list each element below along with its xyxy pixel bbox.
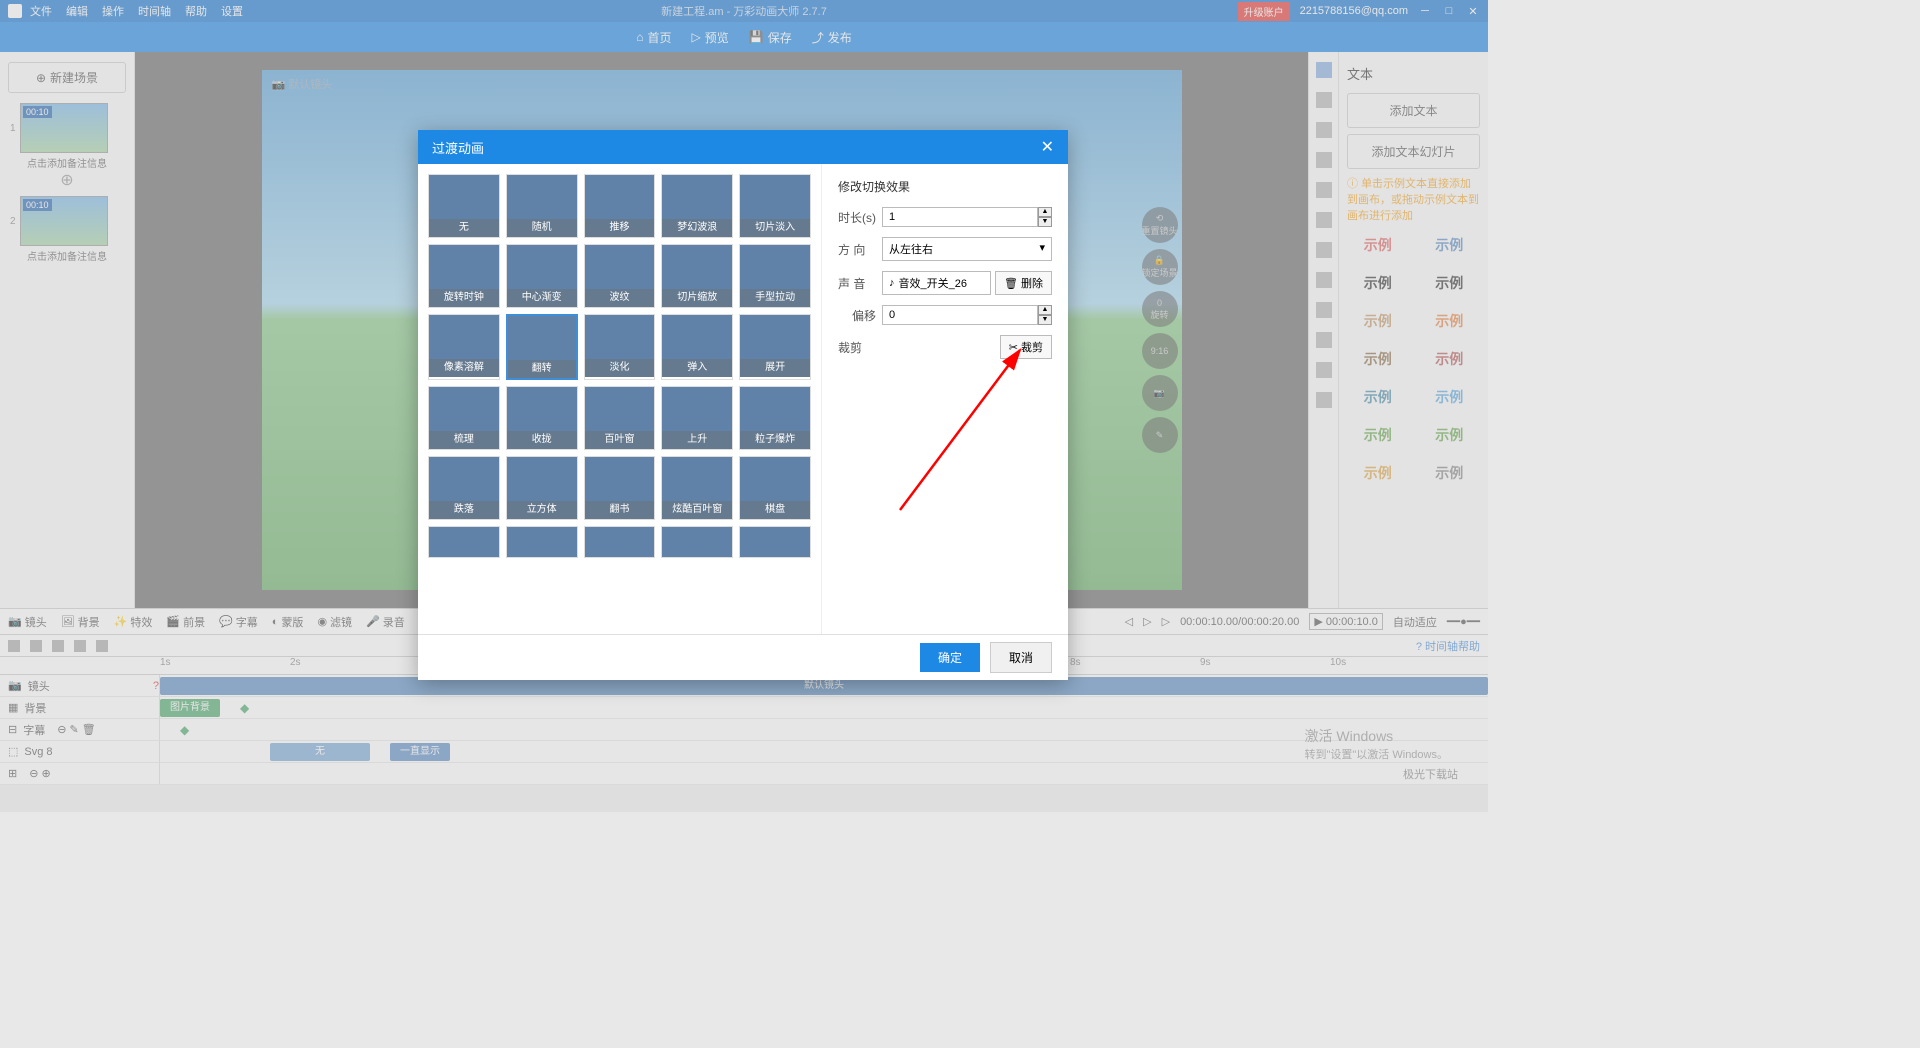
effect-item[interactable]: 切片缩放 [661,244,733,308]
effect-item[interactable]: 棋盘 [739,456,811,520]
effect-item[interactable]: 手型拉动 [739,244,811,308]
effect-item[interactable]: 切片淡入 [739,174,811,238]
effect-item[interactable]: 立方体 [506,456,578,520]
effect-item[interactable]: 淡化 [584,314,656,380]
duration-label: 时长(s) [838,209,882,226]
dialog-header: 过渡动画 ✕ [418,130,1068,164]
sound-select[interactable]: ♪ 音效_开关_26 [882,271,991,295]
sound-delete-button[interactable]: 🗑 删除 [995,271,1052,295]
effect-item[interactable]: 炫酷百叶窗 [661,456,733,520]
watermark: 极光下载站 [1403,766,1458,782]
transition-dialog: 过渡动画 ✕ 无随机推移梦幻波浪切片淡入旋转时钟中心渐变波纹切片缩放手型拉动像素… [418,130,1068,680]
effect-item[interactable] [506,526,578,558]
settings-panel: 修改切换效果 时长(s) ▲▼ 方 向 从左往右▾ 声 音 ♪ 音效_开关_26… [821,164,1068,634]
duration-spinner[interactable]: ▲▼ [1038,207,1052,227]
offset-spinner[interactable]: ▲▼ [1038,305,1052,325]
effect-item[interactable]: 弹入 [661,314,733,380]
sound-label: 声 音 [838,275,882,292]
effect-item[interactable]: 百叶窗 [584,386,656,450]
effect-item[interactable]: 梳理 [428,386,500,450]
offset-input[interactable] [882,305,1038,325]
effect-item[interactable] [584,526,656,558]
effects-panel: 无随机推移梦幻波浪切片淡入旋转时钟中心渐变波纹切片缩放手型拉动像素溶解翻转淡化弹… [418,164,821,634]
cancel-button[interactable]: 取消 [990,642,1052,673]
direction-label: 方 向 [838,241,882,258]
offset-label: 偏移 [838,307,882,324]
effect-item[interactable] [428,526,500,558]
effect-item[interactable]: 像素溶解 [428,314,500,380]
effect-item[interactable] [661,526,733,558]
effect-item[interactable]: 跌落 [428,456,500,520]
dialog-title: 过渡动画 [432,138,484,157]
effect-item[interactable]: 波纹 [584,244,656,308]
effect-item[interactable]: 中心渐变 [506,244,578,308]
effect-item[interactable]: 展开 [739,314,811,380]
effect-item[interactable]: 收拢 [506,386,578,450]
duration-input[interactable] [882,207,1038,227]
effect-item[interactable]: 旋转时钟 [428,244,500,308]
effect-item[interactable]: 随机 [506,174,578,238]
effect-item[interactable]: 无 [428,174,500,238]
settings-title: 修改切换效果 [838,178,1052,195]
crop-button[interactable]: ✂ 裁剪 [1000,335,1052,359]
effect-item[interactable]: 上升 [661,386,733,450]
ok-button[interactable]: 确定 [920,643,980,672]
effect-item[interactable]: 翻转 [506,314,578,380]
dialog-footer: 确定 取消 [418,634,1068,680]
dialog-close-button[interactable]: ✕ [1041,137,1054,157]
effect-item[interactable]: 梦幻波浪 [661,174,733,238]
effect-item[interactable] [739,526,811,558]
effect-item[interactable]: 推移 [584,174,656,238]
effect-item[interactable]: 粒子爆炸 [739,386,811,450]
crop-label: 裁剪 [838,339,882,356]
effect-item[interactable]: 翻书 [584,456,656,520]
direction-select[interactable]: 从左往右▾ [882,237,1052,261]
